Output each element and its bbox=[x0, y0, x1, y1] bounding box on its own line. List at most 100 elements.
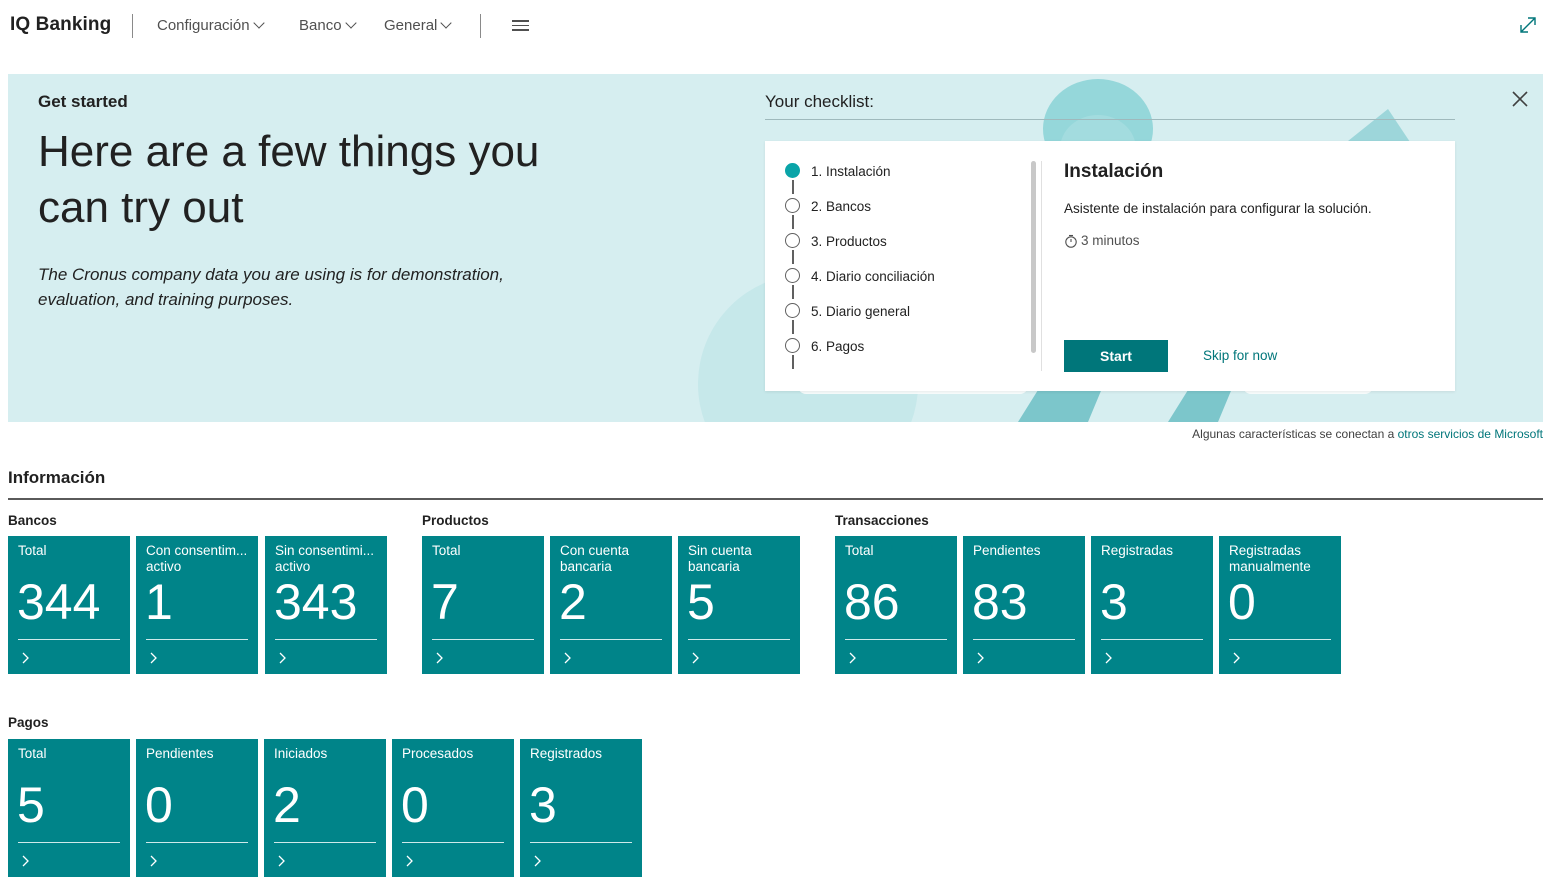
tile-label: Pendientes bbox=[973, 543, 1041, 558]
tile-value: 3 bbox=[529, 777, 557, 833]
app-title[interactable]: IQ Banking bbox=[10, 14, 111, 36]
tile-divider bbox=[18, 842, 120, 843]
chevron-right-icon bbox=[849, 652, 856, 664]
duration-text: 3 minutos bbox=[1081, 233, 1140, 248]
tile-value: 2 bbox=[559, 574, 587, 630]
chevron-right-icon bbox=[1105, 652, 1112, 664]
checklist-divider bbox=[765, 119, 1455, 120]
start-button[interactable]: Start bbox=[1064, 340, 1168, 372]
card-divider bbox=[1041, 161, 1042, 371]
nav-banco[interactable]: Banco bbox=[299, 17, 357, 34]
tile-transacciones-registradas-manualmente[interactable]: Registradas manualmente 0 bbox=[1219, 536, 1341, 674]
checklist-scrollbar[interactable] bbox=[1031, 161, 1036, 353]
hamburger-menu-icon[interactable] bbox=[512, 20, 529, 34]
demo-data-description: The Cronus company data you are using is… bbox=[38, 265, 504, 309]
top-nav: IQ Banking Configuración Banco General bbox=[0, 0, 1566, 52]
skip-for-now-link[interactable]: Skip for now bbox=[1203, 348, 1277, 363]
step-circle-icon bbox=[785, 268, 800, 283]
step-label: 3. Productos bbox=[811, 234, 887, 249]
tile-label: Registradas manualmente bbox=[1229, 543, 1311, 574]
tile-transacciones-total[interactable]: Total 86 bbox=[835, 536, 957, 674]
tile-productos-total[interactable]: Total 7 bbox=[422, 536, 544, 674]
tile-divider bbox=[688, 639, 790, 640]
group-title-productos: Productos bbox=[422, 513, 489, 528]
nav-item-label: Banco bbox=[299, 17, 342, 34]
tile-value: 0 bbox=[145, 777, 173, 833]
microsoft-services-link[interactable]: otros servicios de Microsoft bbox=[1398, 427, 1543, 441]
tile-label: Pendientes bbox=[146, 746, 214, 761]
expand-icon[interactable] bbox=[1518, 15, 1538, 35]
chevron-right-icon bbox=[1233, 652, 1240, 664]
chevron-right-icon bbox=[977, 652, 984, 664]
step-connector bbox=[792, 250, 794, 264]
tile-value: 5 bbox=[17, 777, 45, 833]
tile-pagos-registrados[interactable]: Registrados 3 bbox=[520, 739, 642, 877]
tile-label: Total bbox=[18, 746, 47, 761]
tile-divider bbox=[146, 842, 248, 843]
get-started-heading: Here are a few things you can try out bbox=[38, 127, 540, 232]
chevron-right-icon bbox=[150, 652, 157, 664]
tile-divider bbox=[530, 842, 632, 843]
tile-divider bbox=[1101, 639, 1203, 640]
chevron-down-icon bbox=[252, 17, 265, 29]
tile-label: Registradas bbox=[1101, 543, 1174, 558]
chevron-down-icon bbox=[440, 17, 453, 29]
tile-bancos-total[interactable]: Total 344 bbox=[8, 536, 130, 674]
tile-pagos-pendientes[interactable]: Pendientes 0 bbox=[136, 739, 258, 877]
chevron-down-icon bbox=[344, 17, 357, 29]
step-label: 5. Diario general bbox=[811, 304, 911, 319]
chevron-right-icon bbox=[279, 652, 286, 664]
step-detail-duration: 3 minutos bbox=[1064, 233, 1140, 248]
step-label: 6. Pagos bbox=[811, 339, 865, 354]
tile-divider bbox=[274, 842, 376, 843]
tile-label: Total bbox=[432, 543, 461, 558]
group-title-bancos: Bancos bbox=[8, 513, 57, 528]
chevron-right-icon bbox=[406, 855, 413, 867]
nav-separator bbox=[132, 14, 133, 38]
tile-divider bbox=[1229, 639, 1331, 640]
tile-divider bbox=[845, 639, 947, 640]
step-detail-title: Instalación bbox=[1064, 161, 1164, 182]
tile-pagos-procesados[interactable]: Procesados 0 bbox=[392, 739, 514, 877]
chevron-right-icon bbox=[22, 652, 29, 664]
tile-pagos-iniciados[interactable]: Iniciados 2 bbox=[264, 739, 386, 877]
tile-value: 5 bbox=[687, 574, 715, 630]
step-label: 2. Bancos bbox=[811, 199, 872, 214]
tile-value: 3 bbox=[1100, 574, 1128, 630]
tile-label: Registrados bbox=[530, 746, 603, 761]
tile-divider bbox=[432, 639, 534, 640]
tile-divider bbox=[560, 639, 662, 640]
chevron-right-icon bbox=[278, 855, 285, 867]
group-title-transacciones: Transacciones bbox=[835, 513, 929, 528]
step-connector bbox=[792, 320, 794, 334]
tile-bancos-con-consentimiento[interactable]: Con consentim... activo 1 bbox=[136, 536, 258, 674]
tile-divider bbox=[146, 639, 248, 640]
tile-bancos-sin-consentimiento[interactable]: Sin consentimi... activo 343 bbox=[265, 536, 387, 674]
step-circle-icon bbox=[785, 233, 800, 248]
tile-label: Iniciados bbox=[274, 746, 328, 761]
nav-separator bbox=[480, 14, 481, 38]
step-connector bbox=[792, 355, 794, 369]
nav-configuracion[interactable]: Configuración bbox=[157, 17, 265, 34]
chevron-right-icon bbox=[564, 652, 571, 664]
tile-divider bbox=[402, 842, 504, 843]
tile-value: 0 bbox=[1228, 574, 1256, 630]
close-icon[interactable] bbox=[1510, 89, 1530, 109]
tile-label: Sin consentimi... activo bbox=[275, 543, 375, 574]
tile-divider bbox=[18, 639, 120, 640]
get-started-label: Get started bbox=[38, 92, 128, 111]
step-label: 1. Instalación bbox=[811, 164, 891, 179]
tile-label: Con cuenta bancaria bbox=[560, 543, 630, 574]
step-connector bbox=[792, 285, 794, 299]
tile-transacciones-registradas[interactable]: Registradas 3 bbox=[1091, 536, 1213, 674]
nav-general[interactable]: General bbox=[384, 17, 453, 34]
tile-transacciones-pendientes[interactable]: Pendientes 83 bbox=[963, 536, 1085, 674]
step-connector bbox=[792, 180, 794, 194]
chevron-right-icon bbox=[22, 855, 29, 867]
tile-productos-con-cuenta[interactable]: Con cuenta bancaria 2 bbox=[550, 536, 672, 674]
checklist-label: Your checklist: bbox=[765, 92, 874, 111]
step-circle-icon bbox=[785, 198, 800, 213]
tile-pagos-total[interactable]: Total 5 bbox=[8, 739, 130, 877]
tile-value: 343 bbox=[274, 574, 358, 630]
tile-productos-sin-cuenta[interactable]: Sin cuenta bancaria 5 bbox=[678, 536, 800, 674]
